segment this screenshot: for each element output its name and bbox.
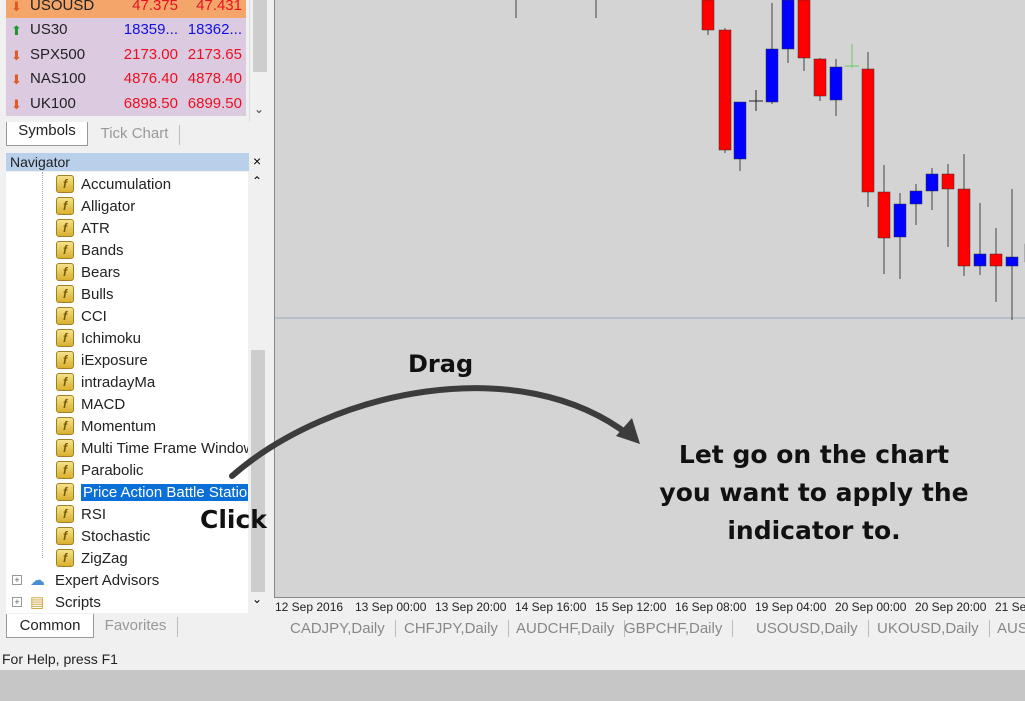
taskbar bbox=[0, 670, 1025, 701]
chart-tab[interactable]: AUS bbox=[997, 620, 1025, 637]
time-axis-label: 20 Sep 00:00 bbox=[835, 600, 907, 614]
time-axis-label: 21 Se bbox=[995, 600, 1025, 614]
chart-tab[interactable]: CADJPY,Daily bbox=[290, 620, 396, 637]
tab-favorites[interactable]: Favorites bbox=[94, 617, 178, 637]
time-axis-label: 15 Sep 12:00 bbox=[595, 600, 667, 614]
time-axis-label: 19 Sep 04:00 bbox=[755, 600, 827, 614]
chart-tab[interactable]: AUDCHF,Daily bbox=[516, 620, 626, 637]
time-axis-label: 20 Sep 20:00 bbox=[915, 600, 987, 614]
time-axis-label: 14 Sep 16:00 bbox=[515, 600, 587, 614]
instruction-text: Let go on the chart you want to apply th… bbox=[659, 440, 969, 545]
chart-tab[interactable]: GBPCHF,Daily bbox=[624, 620, 734, 637]
chart-tab[interactable]: CHFJPY,Daily bbox=[404, 620, 509, 637]
status-bar: For Help, press F1 bbox=[0, 647, 1025, 670]
time-axis-label: 13 Sep 00:00 bbox=[355, 600, 427, 614]
time-axis-label: 16 Sep 08:00 bbox=[675, 600, 747, 614]
click-label: Click bbox=[200, 505, 267, 534]
chart-tabs: CADJPY,Daily CHFJPY,Daily AUDCHF,Daily GBPC… bbox=[274, 617, 1025, 641]
chart-tab[interactable]: USOUSD,Daily bbox=[756, 620, 869, 637]
chart-tab[interactable]: UKOUSD,Daily bbox=[877, 620, 990, 637]
time-axis-label: 12 Sep 2016 bbox=[275, 600, 344, 614]
drag-label: Drag bbox=[408, 350, 474, 378]
time-axis-label: 13 Sep 20:00 bbox=[435, 600, 507, 614]
tab-common[interactable]: Common bbox=[6, 614, 94, 638]
